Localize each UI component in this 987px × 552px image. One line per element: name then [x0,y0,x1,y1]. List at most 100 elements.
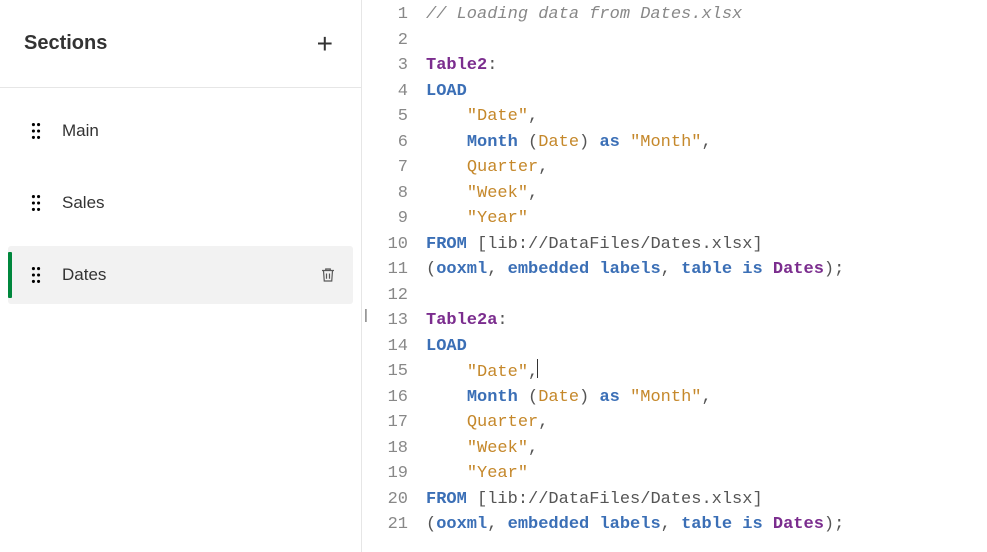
line-number-gutter: 123456789101112131415161718192021 [362,2,426,552]
code-line[interactable]: (ooxml, embedded labels, table is Dates)… [426,512,987,538]
code-token: Dates [773,515,824,534]
code-token: // Loading data from Dates.xlsx [426,5,742,24]
line-number: 2 [362,28,408,54]
line-number: 19 [362,461,408,487]
code-token [763,515,773,534]
section-item-sales[interactable]: Sales [8,174,353,232]
code-line[interactable] [426,283,987,309]
code-editor[interactable]: 123456789101112131415161718192021 // Loa… [362,0,987,552]
code-token: "Year" [467,464,528,483]
code-token: ( [426,515,436,534]
code-line[interactable]: LOAD [426,79,987,105]
code-token [620,133,630,152]
code-token: ] [752,490,762,509]
code-token: "Month" [630,388,701,407]
code-line[interactable]: "Week", [426,436,987,462]
section-item-dates[interactable]: Dates [8,246,353,304]
sidebar-title: Sections [24,32,107,55]
sections-sidebar: Sections + Main Sales Dates || [0,0,362,552]
code-token: , [661,260,681,279]
code-line[interactable]: "Year" [426,461,987,487]
code-token [426,133,467,152]
code-content[interactable]: // Loading data from Dates.xlsx Table2: LO… [426,2,987,552]
drag-handle-icon[interactable] [30,194,42,212]
resize-handle-icon[interactable]: || [364,306,365,322]
line-number: 3 [362,53,408,79]
line-number: 4 [362,79,408,105]
code-line[interactable]: FROM [lib://DataFiles/Dates.xlsx] [426,232,987,258]
line-number: 6 [362,130,408,156]
section-item-label: Sales [62,193,339,213]
code-token [426,388,467,407]
add-section-button[interactable]: + [309,26,341,62]
code-line[interactable]: LOAD [426,334,987,360]
code-line[interactable]: "Year" [426,206,987,232]
code-token: FROM [426,235,467,254]
code-token: ( [518,388,538,407]
code-line[interactable]: Table2a: [426,308,987,334]
code-line[interactable]: Month (Date) as "Month", [426,385,987,411]
section-item-label: Main [62,121,339,141]
code-line[interactable]: Quarter, [426,155,987,181]
section-item-label: Dates [62,265,319,285]
code-token: Table2 [426,56,487,75]
code-token [426,439,467,458]
code-line[interactable]: "Date", [426,104,987,130]
code-token: , [528,184,538,203]
code-token [426,184,467,203]
code-token: LOAD [426,82,467,101]
code-token: Dates [773,260,824,279]
drag-handle-icon[interactable] [30,266,42,284]
code-token [426,413,467,432]
code-token [426,158,467,177]
code-line[interactable]: "Week", [426,181,987,207]
code-token: "Date" [467,363,528,382]
code-line[interactable]: // Loading data from Dates.xlsx [426,2,987,28]
code-token: ( [426,260,436,279]
code-line[interactable]: (ooxml, embedded labels, table is Dates)… [426,257,987,283]
code-line[interactable]: Table2: [426,53,987,79]
code-token: ) [579,388,599,407]
code-token: : [487,56,497,75]
code-token: "Date" [467,107,528,126]
code-line[interactable]: Quarter, [426,410,987,436]
line-number: 14 [362,334,408,360]
section-item-main[interactable]: Main [8,102,353,160]
code-line[interactable]: Month (Date) as "Month", [426,130,987,156]
code-token: as [599,388,619,407]
code-token: ooxml [436,515,487,534]
code-token: , [701,388,711,407]
code-token: Date [538,133,579,152]
code-token: , [528,107,538,126]
code-token: as [599,133,619,152]
code-token: [ [467,490,487,509]
code-line[interactable]: "Date", [426,359,987,385]
code-line[interactable]: FROM [lib://DataFiles/Dates.xlsx] [426,487,987,513]
code-token: , [661,515,681,534]
code-token: , [538,158,548,177]
line-number: 18 [362,436,408,462]
code-token: lib://DataFiles/Dates.xlsx [487,235,752,254]
code-token: , [701,133,711,152]
sidebar-header: Sections + [0,0,361,88]
code-token [426,363,467,382]
line-number: 1 [362,2,408,28]
code-token: Quarter [467,413,538,432]
code-token: embedded labels [508,515,661,534]
code-token: table is [681,260,763,279]
code-line[interactable] [426,28,987,54]
drag-handle-icon[interactable] [30,122,42,140]
code-token: LOAD [426,337,467,356]
delete-section-icon[interactable] [319,265,339,285]
code-token: Month [467,133,518,152]
code-token [426,464,467,483]
code-token: lib://DataFiles/Dates.xlsx [487,490,752,509]
line-number: 9 [362,206,408,232]
line-number: 17 [362,410,408,436]
code-token [426,209,467,228]
code-token: : [497,311,507,330]
line-number: 11 [362,257,408,283]
line-number: 12 [362,283,408,309]
code-token: FROM [426,490,467,509]
section-list: Main Sales Dates [0,88,361,304]
